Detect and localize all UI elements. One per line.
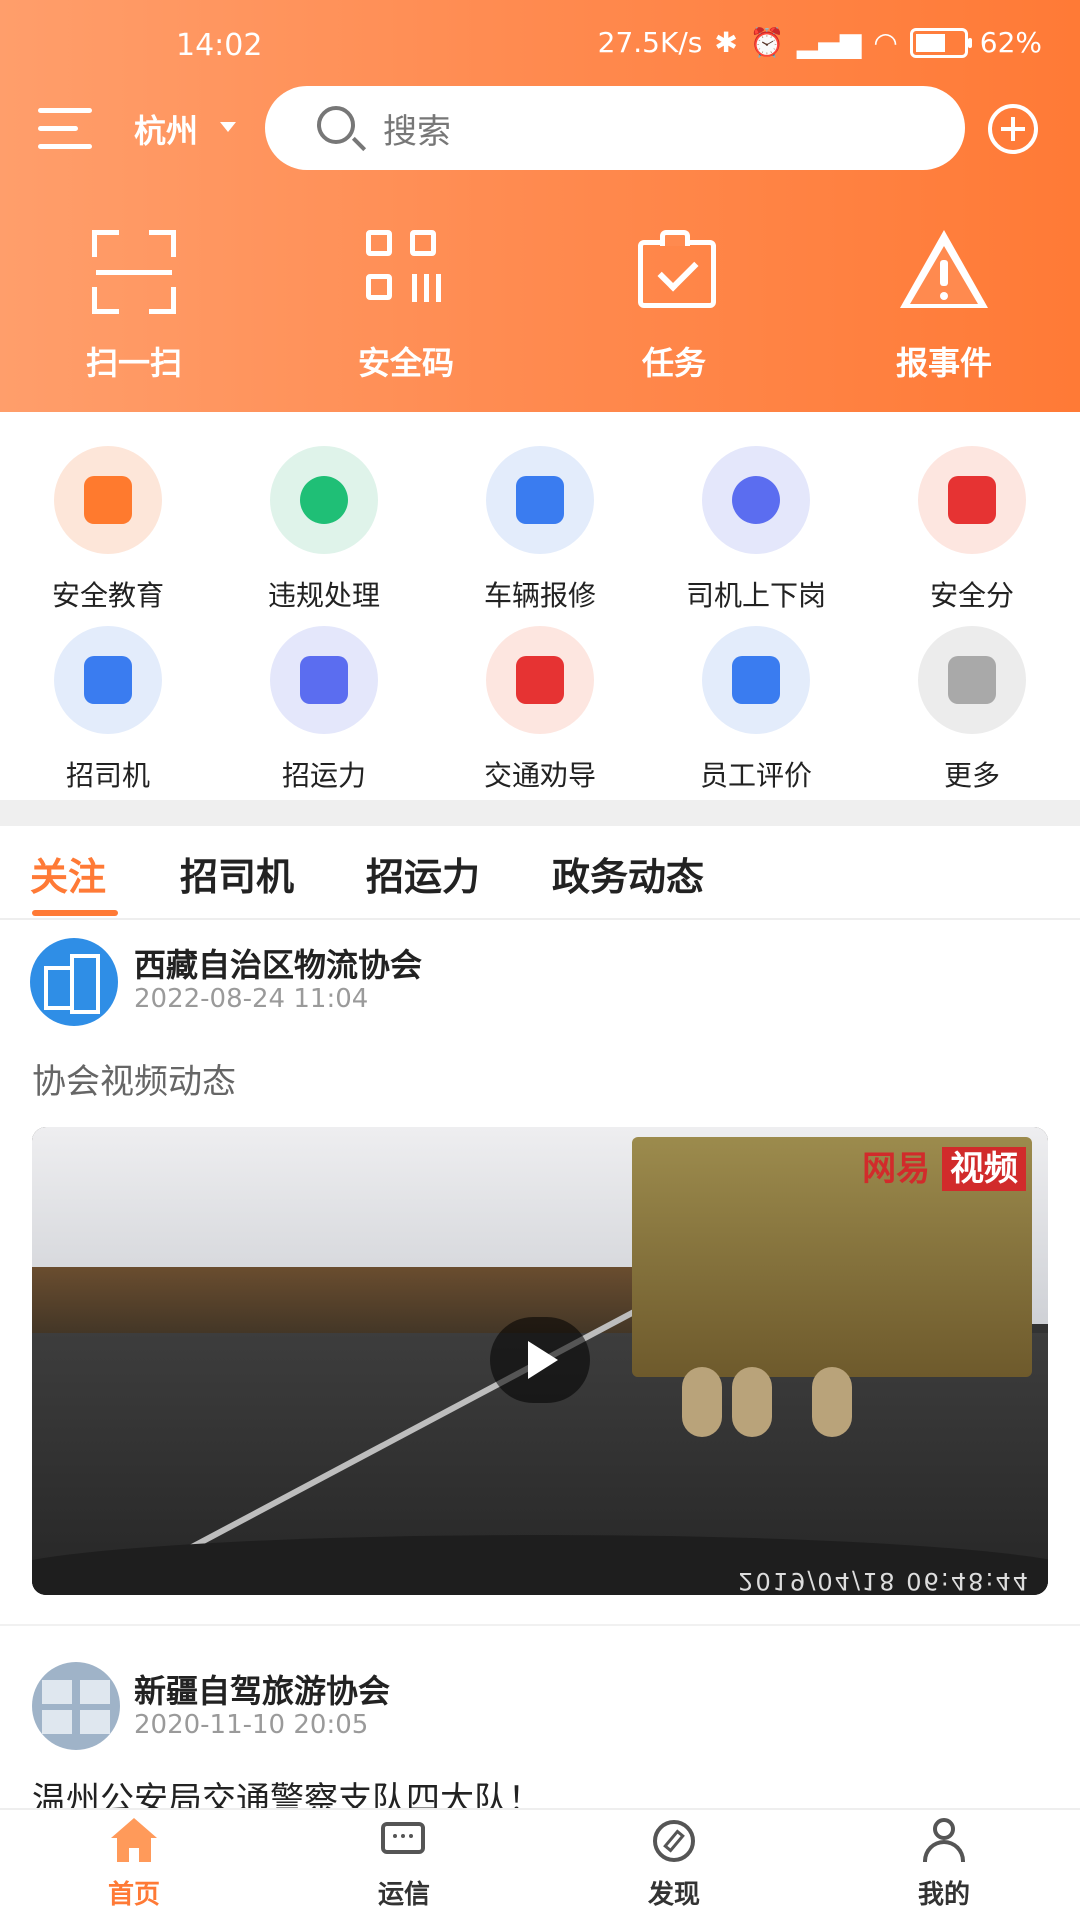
quick-action-label: 任务 (641, 344, 706, 382)
service-label: 交通劝导 (483, 759, 596, 792)
nav-profile[interactable]: 我的 (854, 1818, 1034, 1911)
service-item[interactable]: 安全分 (892, 446, 1052, 614)
search-placeholder: 搜索 (383, 112, 451, 152)
add-icon[interactable] (988, 104, 1038, 154)
nav-label: 发现 (647, 1880, 700, 1910)
service-item[interactable]: 交通劝导 (460, 626, 620, 794)
video-player[interactable]: 网易 视频 2019/04/18 06:48:44 (32, 1127, 1048, 1595)
avatar[interactable] (30, 938, 118, 1026)
shield-plus-icon (486, 446, 594, 554)
service-label: 招司机 (65, 759, 150, 792)
status-time: 14:02 (176, 28, 263, 63)
qr-code-icon (358, 230, 454, 314)
alarm-icon: ⏰ (749, 26, 785, 59)
recruit-driver-icon (54, 626, 162, 734)
tab-underline (32, 910, 118, 916)
video-watermark: 网易 视频 (862, 1141, 1026, 1191)
nav-messages[interactable]: 运信 (314, 1818, 494, 1911)
service-item[interactable]: 安全教育 (28, 446, 188, 614)
service-label: 招运力 (281, 759, 366, 792)
check-icon (270, 446, 378, 554)
service-label: 安全教育 (51, 579, 164, 612)
service-item[interactable]: 招司机 (28, 626, 188, 794)
profile-icon (919, 1818, 969, 1868)
service-item[interactable]: 违规处理 (244, 446, 404, 614)
driver-icon (702, 446, 810, 554)
quick-action-label: 扫一扫 (85, 344, 182, 382)
service-item[interactable]: 招运力 (244, 626, 404, 794)
more-grid-icon (918, 626, 1026, 734)
quick-action-report[interactable]: 报事件 (844, 230, 1044, 384)
post-title-clip: 温州公安局交通警察支队四大队！ (32, 1776, 1048, 1808)
truck-icon (270, 626, 378, 734)
tab-follow[interactable]: 关注 (30, 846, 106, 901)
service-item[interactable]: 司机上下岗 (676, 446, 836, 614)
warning-icon (896, 230, 992, 314)
nav-label: 运信 (377, 1880, 430, 1910)
star-icon (918, 446, 1026, 554)
scan-icon (86, 230, 182, 314)
tab-recruit-driver[interactable]: 招司机 (180, 846, 294, 901)
message-icon (379, 1818, 429, 1868)
battery-icon (909, 27, 972, 58)
post-title[interactable]: 协会视频动态 (32, 1054, 236, 1103)
wifi-icon: ◠ (873, 26, 898, 59)
search-bar[interactable]: 搜索 (265, 86, 965, 170)
signal-icon: ▂▄▆ (796, 26, 862, 59)
play-button[interactable] (490, 1317, 590, 1403)
service-label: 更多 (943, 759, 1000, 792)
nav-label: 首页 (107, 1880, 160, 1910)
caret-down-icon[interactable] (220, 122, 236, 132)
edit-icon (702, 626, 810, 734)
nav-discover[interactable]: 发现 (584, 1818, 764, 1911)
graduation-cap-icon (54, 446, 162, 554)
city-selector[interactable]: 杭州 (134, 106, 198, 152)
section-divider (0, 800, 1080, 826)
task-icon (626, 230, 722, 314)
post-title[interactable]: 温州公安局交通警察支队四大队！ (32, 1776, 1048, 1808)
traffic-light-icon (486, 626, 594, 734)
service-label: 司机上下岗 (685, 579, 826, 612)
divider (0, 1624, 1080, 1626)
avatar[interactable] (32, 1662, 120, 1750)
post-author[interactable]: 西藏自治区物流协会 (134, 940, 422, 986)
search-icon (317, 106, 355, 144)
service-label: 违规处理 (267, 579, 380, 612)
nav-label: 我的 (917, 1880, 970, 1910)
compass-icon (649, 1818, 699, 1868)
service-item[interactable]: 更多 (892, 626, 1052, 794)
post-author[interactable]: 新疆自驾旅游协会 (134, 1666, 390, 1712)
battery-percent: 62% (979, 26, 1042, 59)
post-date: 2022-08-24 11:04 (134, 984, 369, 1014)
quick-action-task[interactable]: 任务 (574, 230, 774, 384)
service-item[interactable]: 车辆报修 (460, 446, 620, 614)
net-speed: 27.5K/s (597, 26, 703, 59)
status-icons: 27.5K/s ✱ ⏰ ▂▄▆ ◠ 62% (598, 26, 1042, 59)
quick-action-label: 安全码 (357, 344, 454, 382)
post-date: 2020-11-10 20:05 (134, 1710, 369, 1740)
service-label: 安全分 (929, 579, 1014, 612)
tab-recruit-capacity[interactable]: 招运力 (366, 846, 480, 901)
video-timestamp: 2019/04/18 06:48:44 (738, 1567, 1030, 1595)
feed-tabs: 关注 招司机 招运力 政务动态 (0, 826, 1080, 920)
service-label: 车辆报修 (483, 579, 596, 612)
tab-gov-news[interactable]: 政务动态 (552, 846, 704, 901)
nav-home[interactable]: 首页 (44, 1818, 224, 1911)
service-item[interactable]: 员工评价 (676, 626, 836, 794)
bottom-nav: 首页 运信 发现 我的 (0, 1808, 1080, 1922)
quick-action-scan[interactable]: 扫一扫 (34, 230, 234, 384)
menu-icon[interactable] (38, 108, 92, 150)
quick-action-safety-code[interactable]: 安全码 (306, 230, 506, 384)
quick-action-label: 报事件 (895, 344, 992, 382)
service-label: 员工评价 (699, 759, 812, 792)
home-icon (109, 1818, 159, 1868)
bluetooth-icon: ✱ (714, 26, 738, 59)
